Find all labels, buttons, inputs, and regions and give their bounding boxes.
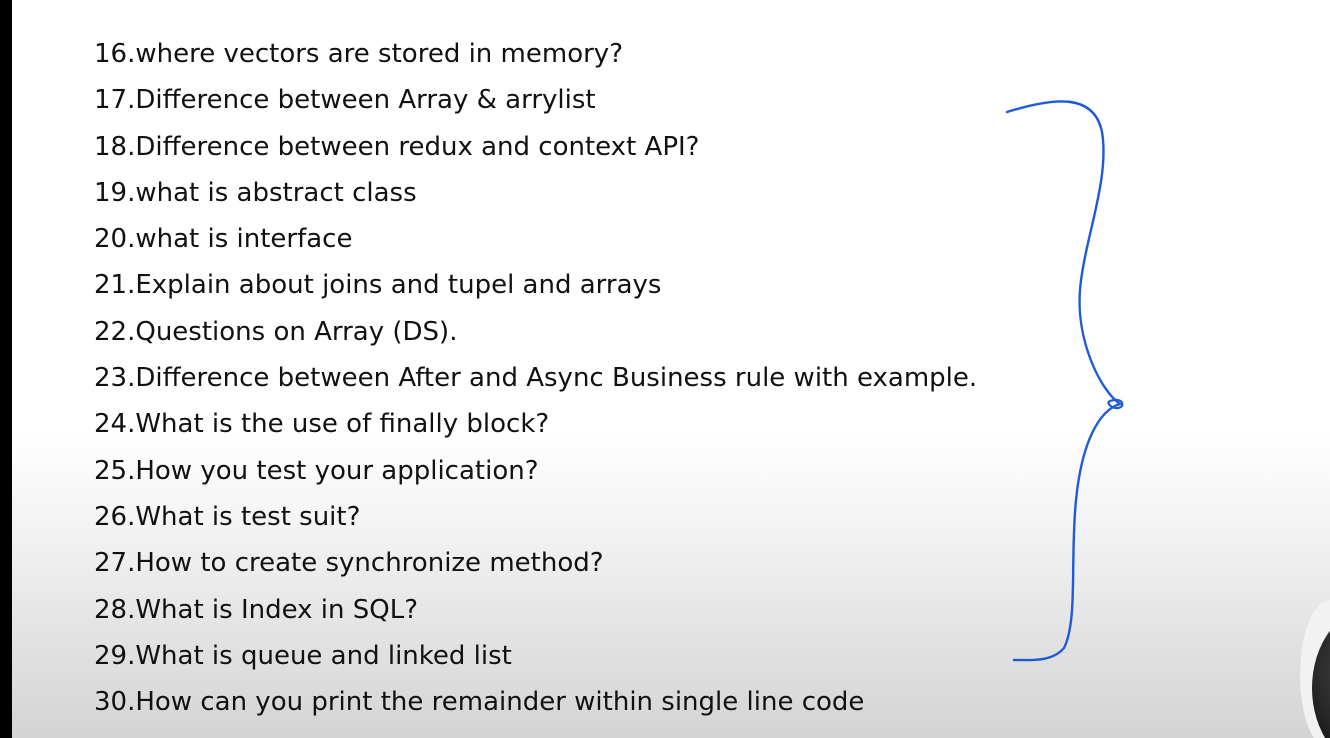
- question-item: 27.How to create synchronize method?: [94, 548, 604, 579]
- question-item: 17.Difference between Array & arrylist: [94, 85, 596, 116]
- brace-tip: [1106, 398, 1124, 410]
- question-item: 19.what is abstract class: [94, 177, 417, 208]
- question-item: 22.Questions on Array (DS).: [94, 316, 458, 347]
- question-item: 20.what is interface: [94, 224, 353, 255]
- question-item: 29.What is queue and linked list: [94, 640, 512, 671]
- question-item: 25.How you test your application?: [94, 455, 539, 486]
- question-item: 28.What is Index in SQL?: [94, 594, 419, 625]
- question-item: 30.How can you print the remainder withi…: [94, 687, 865, 718]
- slide-page: 16.where vectors are stored in memory? 1…: [12, 0, 1330, 738]
- question-item: 21.Explain about joins and tupel and arr…: [94, 270, 662, 301]
- brace-stroke: [1005, 100, 1122, 662]
- question-item: 18.Difference between redux and context …: [94, 131, 700, 162]
- question-item: 23.Difference between After and Async Bu…: [94, 363, 978, 394]
- question-list: 16.where vectors are stored in memory? 1…: [94, 31, 977, 725]
- question-item: 26.What is test suit?: [94, 501, 361, 532]
- question-item: 24.What is the use of finally block?: [94, 409, 550, 440]
- question-item: 16.where vectors are stored in memory?: [94, 39, 623, 69]
